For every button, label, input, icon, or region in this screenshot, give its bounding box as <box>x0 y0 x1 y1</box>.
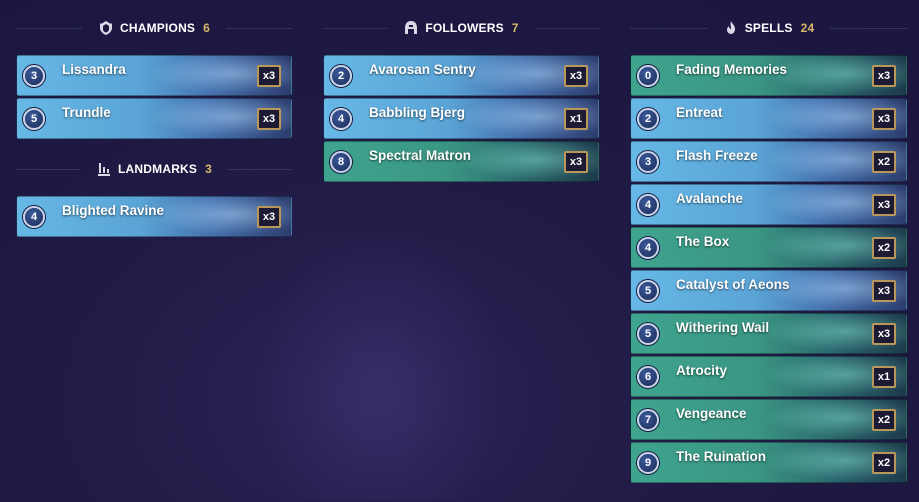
section-header-landmarks: LANDMARKS 3 <box>16 155 292 183</box>
card-row[interactable]: 2 Avarosan Sentry x3 <box>323 55 599 96</box>
card-row[interactable]: 2 Entreat x3 <box>630 98 907 139</box>
spell-flame-icon <box>723 20 739 36</box>
mana-cost-badge: 3 <box>23 64 45 87</box>
section-header-champions: CHAMPIONS 6 <box>16 14 292 42</box>
section-count: 7 <box>511 21 519 35</box>
background-figure <box>250 230 510 500</box>
card-row[interactable]: 4 The Box x2 <box>630 227 907 268</box>
card-name: Blighted Ravine <box>62 203 165 218</box>
card-name: Flash Freeze <box>676 148 758 163</box>
mana-cost-badge: 2 <box>637 107 659 130</box>
card-name: Fading Memories <box>676 62 788 77</box>
card-quantity-badge: x3 <box>872 194 896 216</box>
mana-cost-badge: 3 <box>637 150 659 173</box>
section-count: 6 <box>203 21 211 35</box>
landmark-icon <box>96 161 112 177</box>
mana-cost-badge: 5 <box>637 279 659 302</box>
card-row[interactable]: 7 Vengeance x2 <box>630 399 907 440</box>
section-count: 24 <box>800 21 815 35</box>
card-row[interactable]: 9 The Ruination x2 <box>630 442 907 483</box>
card-name: Catalyst of Aeons <box>676 277 790 292</box>
mana-cost-badge: 4 <box>23 205 45 228</box>
mana-cost-badge: 0 <box>637 64 659 87</box>
card-quantity-badge: x2 <box>872 409 896 431</box>
card-quantity-badge: x3 <box>564 65 588 87</box>
column-spells: SPELLS 24 0 Fading Memories x3 2 Entreat x3 3 F… <box>630 14 907 485</box>
card-quantity-badge: x2 <box>872 452 896 474</box>
mana-cost-badge: 8 <box>330 150 352 173</box>
card-name: Avarosan Sentry <box>369 62 476 77</box>
card-quantity-badge: x2 <box>872 237 896 259</box>
mana-cost-badge: 5 <box>23 107 45 130</box>
card-quantity-badge: x3 <box>564 151 588 173</box>
card-row[interactable]: 3 Flash Freeze x2 <box>630 141 907 182</box>
section-count: 3 <box>205 162 213 176</box>
card-quantity-badge: x1 <box>872 366 896 388</box>
card-name: Spectral Matron <box>369 148 472 163</box>
card-quantity-badge: x1 <box>564 108 588 130</box>
followers-list: 2 Avarosan Sentry x3 4 Babbling Bjerg x1 8 Spec… <box>323 55 599 182</box>
card-quantity-badge: x3 <box>257 65 281 87</box>
card-row[interactable]: 5 Withering Wail x3 <box>630 313 907 354</box>
card-quantity-badge: x3 <box>872 280 896 302</box>
card-quantity-badge: x3 <box>872 65 896 87</box>
card-row[interactable]: 8 Spectral Matron x3 <box>323 141 599 182</box>
card-name: Trundle <box>62 105 111 120</box>
card-row[interactable]: 4 Babbling Bjerg x1 <box>323 98 599 139</box>
card-row[interactable]: 4 Blighted Ravine x3 <box>16 196 292 237</box>
card-name: Lissandra <box>62 62 126 77</box>
card-row[interactable]: 3 Lissandra x3 <box>16 55 292 96</box>
card-quantity-badge: x3 <box>872 108 896 130</box>
section-title: CHAMPIONS <box>120 21 196 35</box>
mana-cost-badge: 4 <box>637 236 659 259</box>
mana-cost-badge: 2 <box>330 64 352 87</box>
mana-cost-badge: 6 <box>637 365 659 388</box>
landmarks-list: 4 Blighted Ravine x3 <box>16 196 292 237</box>
mana-cost-badge: 7 <box>637 408 659 431</box>
card-name: The Box <box>676 234 730 249</box>
card-row[interactable]: 4 Avalanche x3 <box>630 184 907 225</box>
card-row[interactable]: 0 Fading Memories x3 <box>630 55 907 96</box>
card-row[interactable]: 6 Atrocity x1 <box>630 356 907 397</box>
card-name: Atrocity <box>676 363 728 378</box>
card-quantity-badge: x3 <box>872 323 896 345</box>
card-row[interactable]: 5 Trundle x3 <box>16 98 292 139</box>
section-header-followers: FOLLOWERS 7 <box>323 14 599 42</box>
card-name: Entreat <box>676 105 723 120</box>
card-quantity-badge: x3 <box>257 206 281 228</box>
card-quantity-badge: x2 <box>872 151 896 173</box>
follower-helmet-icon <box>403 20 419 36</box>
column-followers: FOLLOWERS 7 2 Avarosan Sentry x3 4 Babbling … <box>323 14 599 184</box>
section-header-spells: SPELLS 24 <box>630 14 907 42</box>
mana-cost-badge: 4 <box>330 107 352 130</box>
card-name: Withering Wail <box>676 320 770 335</box>
section-title: SPELLS <box>744 21 793 35</box>
section-title: LANDMARKS <box>118 162 198 176</box>
card-name: Babbling Bjerg <box>369 105 466 120</box>
mana-cost-badge: 9 <box>637 451 659 474</box>
champions-list: 3 Lissandra x3 5 Trundle x3 <box>16 55 292 139</box>
mana-cost-badge: 5 <box>637 322 659 345</box>
spells-list: 0 Fading Memories x3 2 Entreat x3 3 Flash Freez… <box>630 55 907 483</box>
card-row[interactable]: 5 Catalyst of Aeons x3 <box>630 270 907 311</box>
card-name: Avalanche <box>676 191 744 206</box>
column-champions: CHAMPIONS 6 3 Lissandra x3 5 Trundle x3 LANDM… <box>16 14 292 239</box>
card-name: Vengeance <box>676 406 747 421</box>
mana-cost-badge: 4 <box>637 193 659 216</box>
section-title: FOLLOWERS <box>425 21 504 35</box>
card-name: The Ruination <box>676 449 766 464</box>
card-quantity-badge: x3 <box>257 108 281 130</box>
champion-helmet-icon <box>98 20 114 36</box>
